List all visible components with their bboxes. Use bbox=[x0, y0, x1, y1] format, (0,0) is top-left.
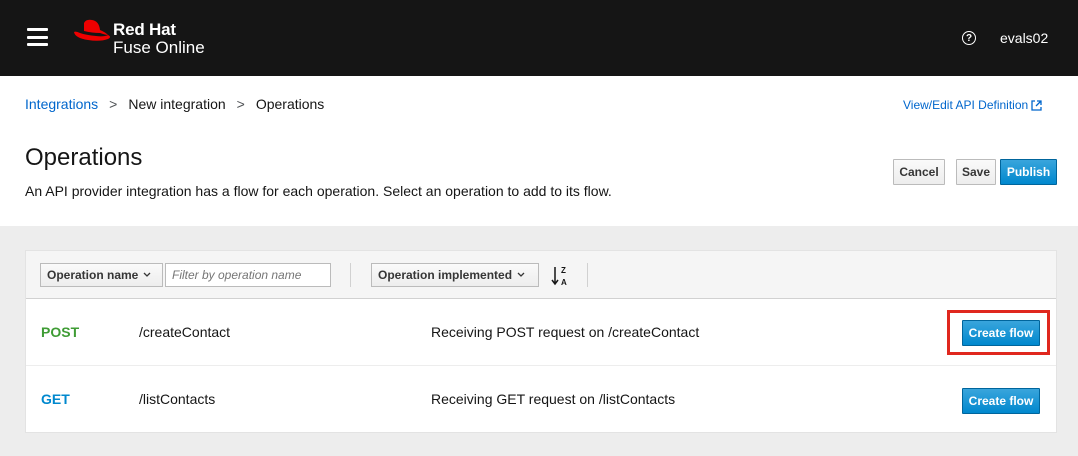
help-icon[interactable]: ? bbox=[962, 31, 976, 45]
breadcrumb-new-integration: New integration bbox=[128, 96, 226, 112]
toolbar-divider bbox=[350, 263, 351, 287]
filter-toolbar: Operation name Operation implemented Z A bbox=[26, 251, 1056, 299]
filter-type-dropdown[interactable]: Operation name bbox=[40, 263, 163, 287]
chevron-down-icon bbox=[517, 272, 525, 277]
svg-text:Z: Z bbox=[561, 266, 566, 275]
save-button[interactable]: Save bbox=[956, 159, 996, 185]
operation-row: POST /createContact Receiving POST reque… bbox=[26, 299, 1056, 366]
operations-panel: Operation name Operation implemented Z A… bbox=[25, 250, 1057, 433]
operation-row: GET /listContacts Receiving GET request … bbox=[26, 366, 1056, 433]
operation-path: /createContact bbox=[139, 324, 231, 340]
api-link-label: View/Edit API Definition bbox=[903, 98, 1029, 112]
breadcrumb-integrations-link[interactable]: Integrations bbox=[25, 96, 98, 112]
breadcrumb: Integrations > New integration > Operati… bbox=[25, 96, 324, 112]
http-method: GET bbox=[41, 391, 70, 407]
filter-input[interactable] bbox=[165, 263, 331, 287]
page-description: An API provider integration has a flow f… bbox=[25, 183, 612, 199]
http-method: POST bbox=[41, 324, 80, 340]
masthead: Red Hat Fuse Online ? evals02 bbox=[0, 0, 1078, 76]
user-menu[interactable]: evals02 bbox=[1000, 30, 1048, 46]
cancel-button[interactable]: Cancel bbox=[893, 159, 945, 185]
toolbar-divider bbox=[587, 263, 588, 287]
filter-type-label: Operation name bbox=[47, 268, 139, 282]
external-link-icon bbox=[1031, 99, 1042, 111]
operation-path: /listContacts bbox=[139, 391, 216, 407]
svg-text:A: A bbox=[561, 278, 567, 287]
red-hat-logo-icon bbox=[74, 19, 110, 41]
sort-field-dropdown[interactable]: Operation implemented bbox=[371, 263, 539, 287]
brand-line-1: Red Hat bbox=[113, 20, 176, 39]
sort-field-label: Operation implemented bbox=[378, 268, 513, 282]
breadcrumb-separator-icon: > bbox=[236, 96, 245, 112]
page-title: Operations bbox=[25, 144, 143, 171]
create-flow-button[interactable]: Create flow bbox=[962, 388, 1040, 414]
chevron-down-icon bbox=[143, 272, 151, 277]
brand-line-2: Fuse Online bbox=[113, 38, 205, 57]
sort-alpha-icon[interactable]: Z A bbox=[551, 265, 569, 287]
breadcrumb-operations: Operations bbox=[255, 96, 325, 112]
operation-description: Receiving GET request on /listContacts bbox=[431, 391, 676, 407]
hamburger-menu-icon[interactable] bbox=[27, 28, 48, 46]
view-edit-api-definition-link[interactable]: View/Edit API Definition bbox=[903, 98, 1042, 112]
publish-button[interactable]: Publish bbox=[1000, 159, 1057, 185]
breadcrumb-separator-icon: > bbox=[109, 96, 118, 112]
highlight-box bbox=[947, 310, 1050, 355]
brand-name: Red Hat Fuse Online bbox=[113, 21, 205, 57]
operation-description: Receiving POST request on /createContact bbox=[431, 324, 700, 340]
